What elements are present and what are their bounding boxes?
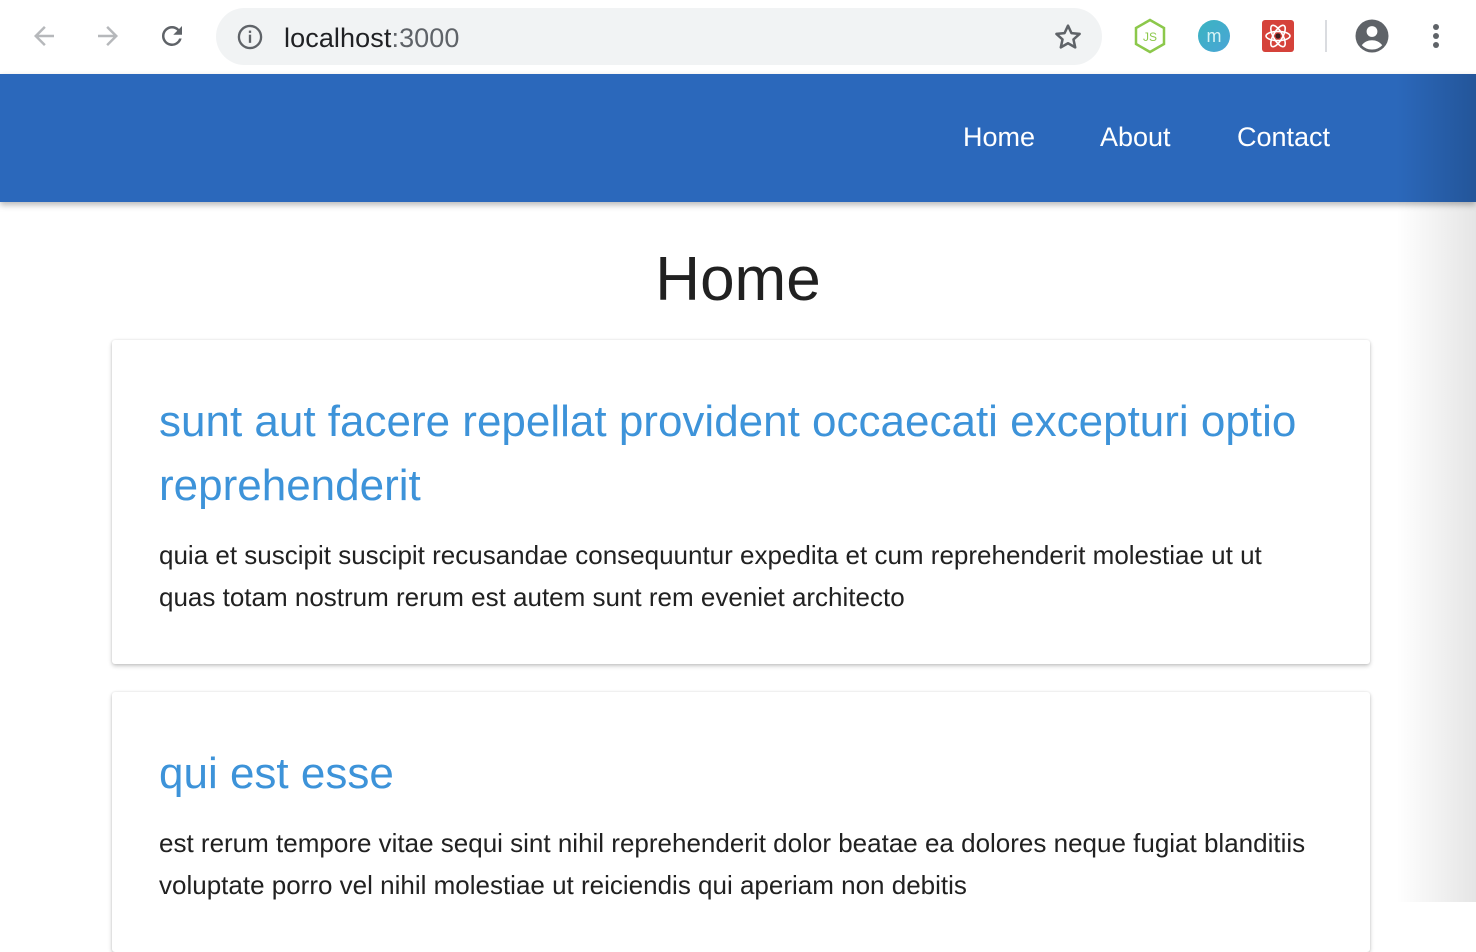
nav-link-home[interactable]: Home bbox=[963, 122, 1035, 153]
toolbar-divider bbox=[1325, 20, 1327, 52]
m-extension-icon[interactable]: m bbox=[1196, 18, 1232, 54]
nav-link-contact[interactable]: Contact bbox=[1237, 122, 1330, 153]
arrow-left-icon[interactable] bbox=[26, 18, 62, 54]
post-card: sunt aut facere repellat provident occae… bbox=[112, 340, 1370, 664]
post-body: quia et suscipit suscipit recusandae con… bbox=[159, 540, 1262, 612]
nodejs-extension-icon[interactable]: JS bbox=[1132, 18, 1168, 54]
post-body: est rerum tempore vitae sequi sint nihil… bbox=[159, 828, 1306, 900]
svg-text:JS: JS bbox=[1143, 30, 1157, 44]
svg-text:m: m bbox=[1207, 26, 1222, 46]
scroll-shadow bbox=[1396, 74, 1476, 202]
post-card: qui est esse est rerum tempore vitae seq… bbox=[112, 692, 1370, 952]
post-title-link[interactable]: sunt aut facere repellat provident occae… bbox=[159, 390, 1329, 518]
post-title-link[interactable]: qui est esse bbox=[159, 742, 1329, 806]
kebab-menu-icon[interactable] bbox=[1418, 18, 1454, 54]
url-text[interactable]: localhost:3000 bbox=[284, 23, 460, 54]
react-devtools-icon[interactable] bbox=[1260, 18, 1296, 54]
nav-link-about[interactable]: About bbox=[1100, 122, 1171, 153]
page-title: Home bbox=[655, 245, 821, 314]
url-port: :3000 bbox=[391, 23, 460, 53]
app-header: Home About Contact bbox=[0, 74, 1476, 202]
account-icon[interactable] bbox=[1354, 18, 1390, 54]
info-icon[interactable] bbox=[236, 23, 264, 51]
browser-toolbar: localhost:3000 JS m bbox=[0, 0, 1476, 74]
url-host: localhost bbox=[284, 23, 392, 53]
reload-icon[interactable] bbox=[154, 18, 190, 54]
star-icon[interactable] bbox=[1052, 21, 1084, 53]
arrow-right-icon[interactable] bbox=[90, 18, 126, 54]
address-bar[interactable]: localhost:3000 bbox=[216, 8, 1102, 65]
